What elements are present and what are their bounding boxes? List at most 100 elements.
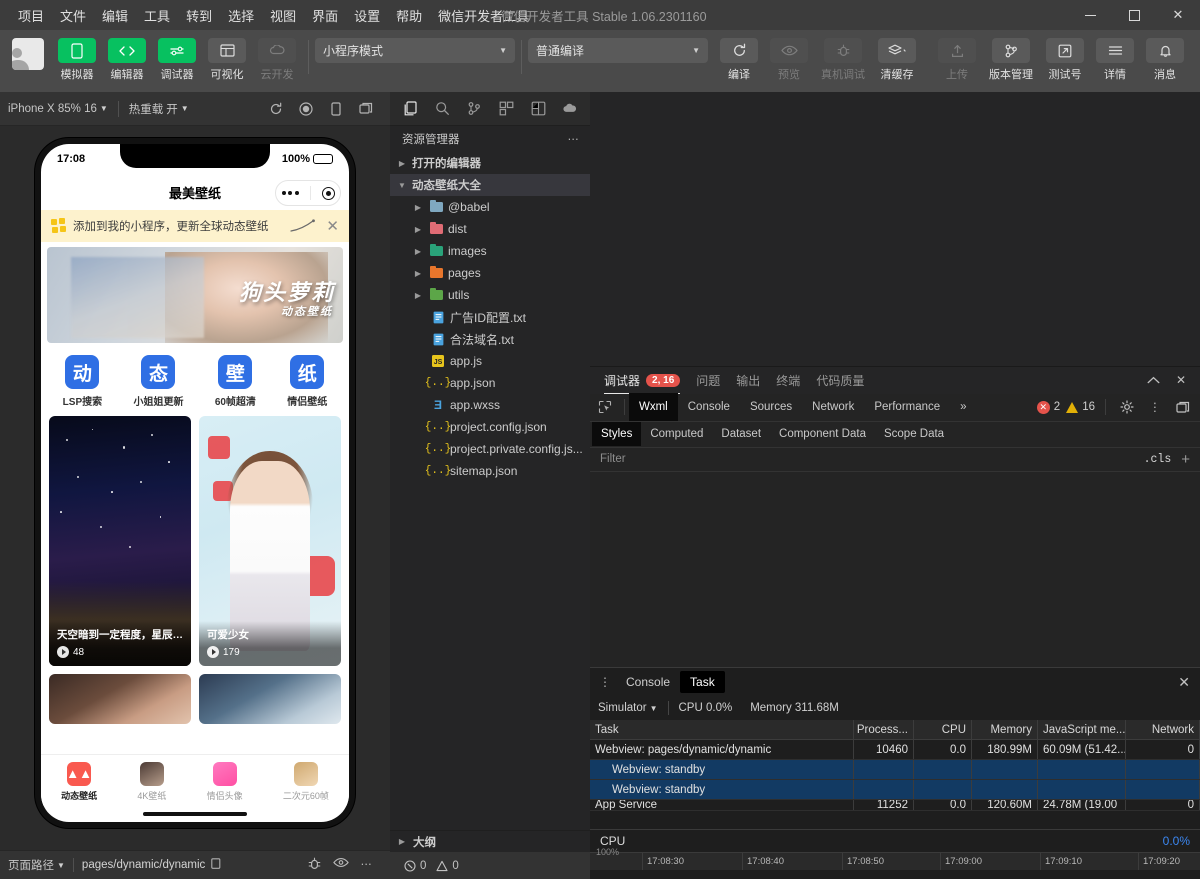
tab-dynamic-wallpaper[interactable]: ▲▲ 动态壁纸: [61, 761, 97, 802]
menu-item-project[interactable]: 项目: [10, 2, 52, 29]
tree-file-app-wxss[interactable]: Ǝ app.wxss: [390, 394, 590, 416]
cls-button[interactable]: .cls: [1138, 453, 1178, 466]
tree-folder-babel[interactable]: ▶ @babel: [390, 196, 590, 218]
files-icon[interactable]: [394, 94, 426, 124]
devtools-tab-network[interactable]: Network: [802, 393, 864, 421]
tree-folder-utils[interactable]: ▶ utils: [390, 284, 590, 306]
source-control-icon[interactable]: [458, 94, 490, 124]
close-icon[interactable]: ✕: [1168, 367, 1194, 393]
dock-icon[interactable]: [1172, 396, 1194, 418]
quicknav-item-update[interactable]: 态 小姐姐更新: [133, 355, 183, 408]
close-capsule-icon[interactable]: [321, 186, 335, 200]
add-to-favorites-banner[interactable]: 添加到我的小程序，更新全球动态壁纸 ✕: [41, 210, 349, 242]
extensions-icon[interactable]: [490, 94, 522, 124]
toolbar-editor[interactable]: 编辑器: [102, 30, 152, 82]
toolbar-simulator[interactable]: 模拟器: [52, 30, 102, 82]
copy-icon[interactable]: [211, 857, 222, 873]
tree-file-app-js[interactable]: JS app.js: [390, 350, 590, 372]
avatar[interactable]: [8, 30, 52, 70]
gear-icon[interactable]: [1116, 396, 1138, 418]
toolbar-upload[interactable]: 上传: [932, 30, 982, 82]
wallpaper-card[interactable]: [199, 674, 341, 724]
menu-item-goto[interactable]: 转到: [178, 2, 220, 29]
devtools-tab-sources[interactable]: Sources: [740, 393, 802, 421]
table-row[interactable]: Webview: standby: [590, 780, 1200, 800]
devtools-tab-console[interactable]: Console: [678, 393, 740, 421]
toolbar-messages[interactable]: 消息: [1140, 30, 1190, 82]
compile-select[interactable]: 普通编译 ▼: [528, 38, 708, 63]
explorer-more-icon[interactable]: ⋯: [568, 132, 581, 146]
tree-folder-dist[interactable]: ▶ dist: [390, 218, 590, 240]
menu-item-select[interactable]: 选择: [220, 2, 262, 29]
bug-icon[interactable]: [308, 857, 321, 874]
eye-icon[interactable]: [332, 857, 349, 874]
styles-tab-scope-data[interactable]: Scope Data: [875, 422, 953, 446]
toolbar-version-mgmt[interactable]: 版本管理: [982, 30, 1040, 82]
table-row[interactable]: Webview: standby: [590, 760, 1200, 780]
column-header-task[interactable]: Task: [590, 720, 854, 739]
styles-tab-styles[interactable]: Styles: [592, 422, 642, 446]
device-select[interactable]: iPhone X 85% 16 ▼: [8, 103, 108, 115]
close-icon[interactable]: ✕: [1178, 674, 1200, 691]
menu-item-help[interactable]: 帮助: [388, 2, 430, 29]
tree-file-app-json[interactable]: {..} app.json: [390, 372, 590, 394]
multi-window-icon[interactable]: [352, 97, 380, 121]
wallpaper-card[interactable]: [49, 674, 191, 724]
tree-file-project-config[interactable]: {..} project.config.json: [390, 416, 590, 438]
error-indicator[interactable]: ✕ 2: [1036, 400, 1060, 414]
toolbar-compile[interactable]: 编译: [714, 30, 764, 82]
chevron-up-icon[interactable]: [1140, 367, 1166, 393]
menu-item-tools[interactable]: 工具: [136, 2, 178, 29]
tab-couple-avatar[interactable]: 情侣头像: [207, 761, 243, 802]
tree-section-project[interactable]: ▼ 动态壁纸大全: [390, 174, 590, 196]
tab-problems[interactable]: 问题: [696, 366, 720, 394]
tree-folder-pages[interactable]: ▶ pages: [390, 262, 590, 284]
kebab-icon[interactable]: ⋮: [1144, 396, 1166, 418]
maximize-button[interactable]: [1112, 0, 1156, 30]
menu-item-devtools[interactable]: 微信开发者工具: [430, 2, 537, 29]
tree-folder-images[interactable]: ▶ images: [390, 240, 590, 262]
quicknav-item-60fps[interactable]: 壁 60帧超清: [215, 355, 256, 408]
toolbar-realdevice-debug[interactable]: 真机调试: [814, 30, 872, 82]
more-icon[interactable]: [281, 191, 299, 195]
column-header-network[interactable]: Network: [1126, 720, 1200, 739]
tree-file-sitemap[interactable]: {..} sitemap.json: [390, 460, 590, 482]
column-header-memory[interactable]: Memory: [972, 720, 1038, 739]
devtools-tab-performance[interactable]: Performance: [864, 393, 950, 421]
more-icon[interactable]: ⋯: [361, 857, 373, 874]
tree-file-legal-domain[interactable]: 合法域名.txt: [390, 328, 590, 350]
tab-terminal[interactable]: 终端: [776, 366, 800, 394]
tree-section-open-editors[interactable]: ▶ 打开的编辑器: [390, 152, 590, 174]
task-source-select[interactable]: Simulator ▼: [598, 702, 658, 714]
page-path-select[interactable]: 页面路径 ▼: [8, 857, 65, 873]
add-rule-button[interactable]: +: [1177, 451, 1194, 468]
inspect-element-icon[interactable]: [590, 393, 620, 421]
task-tab-console[interactable]: Console: [616, 671, 680, 693]
warning-count-indicator[interactable]: 0: [436, 860, 459, 872]
error-count-indicator[interactable]: 0: [404, 860, 426, 872]
warning-indicator[interactable]: 16: [1066, 401, 1095, 413]
wechat-capsule[interactable]: [275, 180, 341, 206]
tab-output[interactable]: 输出: [736, 366, 760, 394]
kebab-icon[interactable]: ⋮: [594, 671, 616, 693]
search-icon[interactable]: [426, 94, 458, 124]
toolbar-preview[interactable]: 预览: [764, 30, 814, 82]
column-header-js-memory[interactable]: JavaScript me...: [1038, 720, 1126, 739]
cloud-dev-icon[interactable]: [554, 94, 586, 124]
toolbar-cloud[interactable]: 云开发: [252, 30, 302, 82]
hot-reload-toggle[interactable]: 热重载 开 ▼: [129, 101, 189, 117]
quicknav-item-lsp[interactable]: 动 LSP搜索: [63, 355, 102, 408]
styles-tab-computed[interactable]: Computed: [641, 422, 712, 446]
minimize-button[interactable]: [1068, 0, 1112, 30]
tab-4k-wallpaper[interactable]: 4K壁纸: [137, 761, 166, 802]
toolbar-clearcache[interactable]: 清缓存: [872, 30, 922, 82]
close-button[interactable]: ✕: [1156, 0, 1200, 30]
hero-banner[interactable]: 狗头萝莉 动态壁纸: [47, 247, 343, 343]
menu-item-interface[interactable]: 界面: [304, 2, 346, 29]
menu-item-file[interactable]: 文件: [52, 2, 94, 29]
toolbar-visualization[interactable]: 可视化: [202, 30, 252, 82]
devtools-tab-overflow[interactable]: »: [950, 393, 976, 421]
outline-section[interactable]: ▶ 大纲: [390, 830, 590, 852]
toolbar-testaccount[interactable]: 测试号: [1040, 30, 1090, 82]
menu-item-view[interactable]: 视图: [262, 2, 304, 29]
